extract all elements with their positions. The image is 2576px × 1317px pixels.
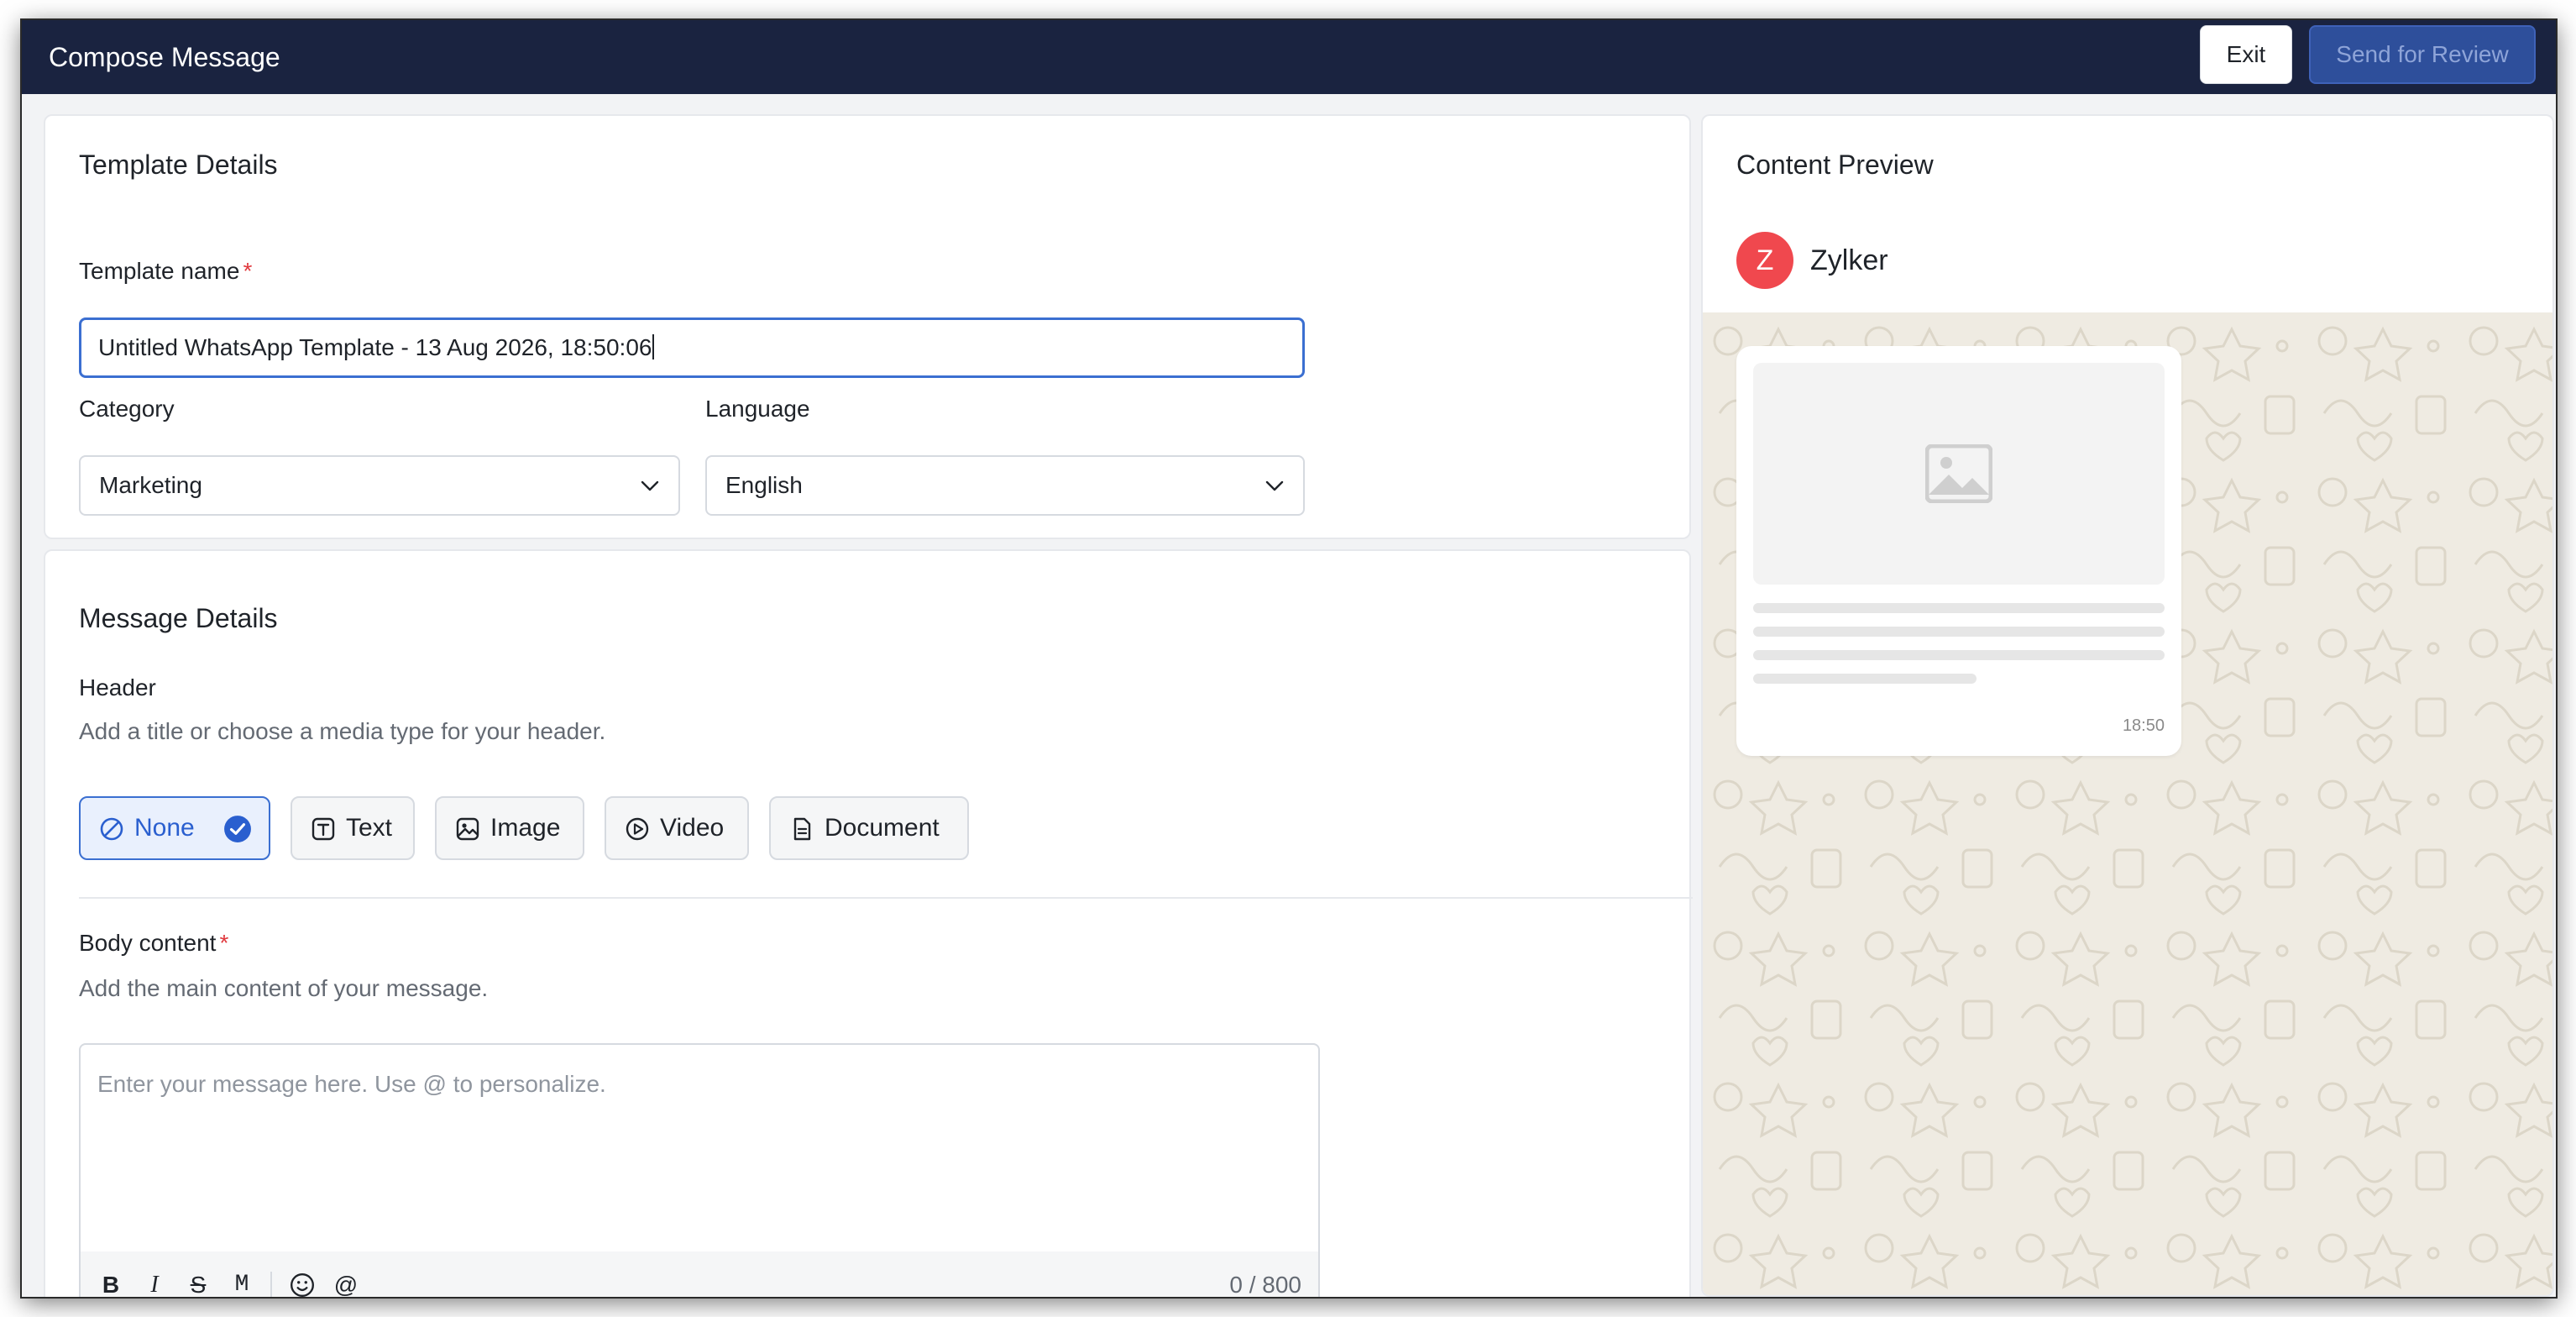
language-select[interactable]: English	[705, 455, 1305, 516]
template-details-card: Template Details Template name * Untitled…	[44, 114, 1691, 539]
template-details-title: Template Details	[79, 150, 278, 180]
skeleton-line	[1753, 627, 2165, 637]
header-option-label: Image	[490, 814, 561, 842]
header-option-label: None	[134, 814, 195, 842]
chevron-down-icon	[1265, 480, 1284, 491]
toolbar-separator	[270, 1272, 272, 1297]
header-option-label: Text	[346, 814, 393, 842]
header-option-video[interactable]: Video	[605, 796, 749, 860]
italic-button[interactable]: I	[138, 1268, 171, 1297]
image-icon	[1925, 444, 1992, 503]
text-caret	[652, 334, 655, 359]
strikethrough-button[interactable]: S	[181, 1268, 215, 1297]
preview-header: Content Preview Z Zylker	[1703, 116, 2552, 312]
content-preview-card: Content Preview Z Zylker 18:50	[1701, 114, 2554, 1297]
body-help-text: Add the main content of your message.	[79, 975, 489, 1001]
header-option-document[interactable]: Document	[769, 796, 969, 860]
top-bar: Compose Message Exit Send for Review	[22, 20, 2556, 94]
language-label: Language	[705, 396, 810, 422]
skeleton-line	[1753, 650, 2165, 660]
message-bubble: 18:50	[1736, 346, 2181, 756]
ban-icon	[100, 817, 123, 841]
header-help-text: Add a title or choose a media type for y…	[79, 718, 606, 744]
document-icon	[793, 817, 811, 841]
section-divider	[79, 897, 1693, 899]
skeleton-line	[1753, 674, 1977, 684]
check-circle-icon	[224, 816, 251, 842]
page-title: Compose Message	[49, 42, 280, 72]
message-time: 18:50	[2122, 716, 2165, 735]
exit-button[interactable]: Exit	[2200, 25, 2292, 84]
chevron-down-icon	[641, 480, 659, 491]
brand-name: Zylker	[1810, 244, 1888, 276]
template-name-label: Template name *	[79, 258, 253, 284]
avatar: Z	[1736, 232, 1793, 289]
header-option-label: Document	[825, 814, 940, 842]
header-label: Header	[79, 674, 156, 700]
header-option-image[interactable]: Image	[435, 796, 584, 860]
mention-button[interactable]: @	[329, 1268, 363, 1297]
body-placeholder: Enter your message here. Use @ to person…	[97, 1071, 606, 1097]
template-name-input[interactable]: Untitled WhatsApp Template - 13 Aug 2026…	[79, 317, 1305, 378]
header-option-label: Video	[660, 814, 725, 842]
character-counter: 0 / 800	[1229, 1272, 1301, 1297]
media-placeholder	[1753, 363, 2165, 585]
header-option-none[interactable]: None	[79, 796, 270, 860]
emoji-button[interactable]	[285, 1268, 319, 1297]
category-label: Category	[79, 396, 175, 422]
format-toolbar: B I S M @ 0 / 800	[81, 1251, 1318, 1297]
skeleton-line	[1753, 603, 2165, 613]
header-option-text[interactable]: Text	[291, 796, 415, 860]
play-icon	[626, 817, 649, 841]
chat-background: 18:50	[1703, 312, 2552, 1295]
body-content-label: Body content *	[79, 930, 229, 956]
send-for-review-button[interactable]: Send for Review	[2309, 25, 2536, 84]
required-mark: *	[243, 258, 253, 284]
message-details-title: Message Details	[79, 603, 278, 633]
image-icon	[456, 817, 479, 841]
bold-button[interactable]: B	[94, 1268, 128, 1297]
emoji-icon	[291, 1273, 314, 1297]
required-mark: *	[219, 930, 229, 956]
content-preview-title: Content Preview	[1736, 150, 1934, 180]
text-icon	[312, 817, 335, 841]
body-content-editor[interactable]: Enter your message here. Use @ to person…	[79, 1043, 1320, 1297]
category-select[interactable]: Marketing	[79, 455, 680, 516]
monospace-button[interactable]: M	[225, 1268, 259, 1297]
compose-window: Compose Message Exit Send for Review Tem…	[22, 20, 2556, 1297]
message-details-card: Message Details Header Add a title or ch…	[44, 549, 1693, 1297]
